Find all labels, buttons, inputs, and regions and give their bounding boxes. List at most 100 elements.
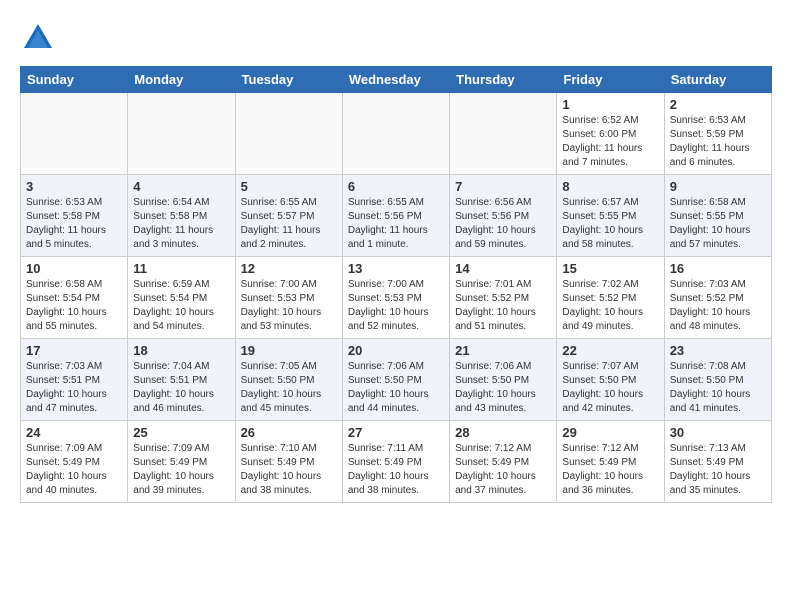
- calendar-week-row: 24 Sunrise: 7:09 AM Sunset: 5:49 PM Dayli…: [21, 421, 772, 503]
- day-info: Sunrise: 7:02 AM Sunset: 5:52 PM Dayligh…: [562, 278, 658, 334]
- day-info: Sunrise: 7:10 AM Sunset: 5:49 PM Dayligh…: [241, 442, 337, 498]
- calendar-week-row: 3Sunrise: 6:53 AM Sunset: 5:58 PM Daylig…: [21, 175, 772, 257]
- day-number: 12: [241, 261, 337, 276]
- calendar-cell: 14 Sunrise: 7:01 AM Sunset: 5:52 PM Dayli…: [450, 257, 557, 339]
- day-number: 19: [241, 343, 337, 358]
- calendar-cell: 26 Sunrise: 7:10 AM Sunset: 5:49 PM Dayli…: [235, 421, 342, 503]
- calendar-cell: 7 Sunrise: 6:56 AM Sunset: 5:56 PM Daylig…: [450, 175, 557, 257]
- day-number: 20: [348, 343, 444, 358]
- calendar-cell: 15 Sunrise: 7:02 AM Sunset: 5:52 PM Dayli…: [557, 257, 664, 339]
- day-info: Sunrise: 6:53 AM Sunset: 5:59 PM Dayligh…: [670, 114, 766, 170]
- day-info: Sunrise: 7:01 AM Sunset: 5:52 PM Dayligh…: [455, 278, 551, 334]
- day-info: Sunrise: 7:06 AM Sunset: 5:50 PM Dayligh…: [348, 360, 444, 416]
- day-info: Sunrise: 6:56 AM Sunset: 5:56 PM Dayligh…: [455, 196, 551, 252]
- logo-icon: [20, 20, 56, 56]
- day-info: Sunrise: 6:53 AM Sunset: 5:58 PM Dayligh…: [26, 196, 122, 252]
- calendar-cell: 5 Sunrise: 6:55 AM Sunset: 5:57 PM Daylig…: [235, 175, 342, 257]
- calendar-cell: [235, 93, 342, 175]
- day-number: 6: [348, 179, 444, 194]
- day-info: Sunrise: 6:55 AM Sunset: 5:57 PM Dayligh…: [241, 196, 337, 252]
- day-number: 15: [562, 261, 658, 276]
- calendar-cell: 22 Sunrise: 7:07 AM Sunset: 5:50 PM Dayli…: [557, 339, 664, 421]
- weekday-header: Sunday: [21, 67, 128, 93]
- day-info: Sunrise: 6:55 AM Sunset: 5:56 PM Dayligh…: [348, 196, 444, 252]
- calendar-week-row: 1Sunrise: 6:52 AM Sunset: 6:00 PM Daylig…: [21, 93, 772, 175]
- calendar-cell: 13 Sunrise: 7:00 AM Sunset: 5:53 PM Dayli…: [342, 257, 449, 339]
- day-info: Sunrise: 7:09 AM Sunset: 5:49 PM Dayligh…: [133, 442, 229, 498]
- calendar-cell: 6 Sunrise: 6:55 AM Sunset: 5:56 PM Daylig…: [342, 175, 449, 257]
- calendar-cell: 17 Sunrise: 7:03 AM Sunset: 5:51 PM Dayli…: [21, 339, 128, 421]
- calendar: SundayMondayTuesdayWednesdayThursdayFrid…: [20, 66, 772, 503]
- calendar-cell: 27 Sunrise: 7:11 AM Sunset: 5:49 PM Dayli…: [342, 421, 449, 503]
- calendar-cell: 19 Sunrise: 7:05 AM Sunset: 5:50 PM Dayli…: [235, 339, 342, 421]
- day-info: Sunrise: 7:08 AM Sunset: 5:50 PM Dayligh…: [670, 360, 766, 416]
- day-number: 9: [670, 179, 766, 194]
- day-number: 16: [670, 261, 766, 276]
- day-number: 23: [670, 343, 766, 358]
- day-number: 30: [670, 425, 766, 440]
- calendar-cell: 18 Sunrise: 7:04 AM Sunset: 5:51 PM Dayli…: [128, 339, 235, 421]
- day-number: 22: [562, 343, 658, 358]
- weekday-header: Thursday: [450, 67, 557, 93]
- day-number: 4: [133, 179, 229, 194]
- day-info: Sunrise: 6:58 AM Sunset: 5:55 PM Dayligh…: [670, 196, 766, 252]
- day-number: 28: [455, 425, 551, 440]
- day-number: 18: [133, 343, 229, 358]
- calendar-cell: [342, 93, 449, 175]
- day-number: 24: [26, 425, 122, 440]
- day-number: 25: [133, 425, 229, 440]
- day-number: 26: [241, 425, 337, 440]
- day-info: Sunrise: 7:12 AM Sunset: 5:49 PM Dayligh…: [455, 442, 551, 498]
- day-info: Sunrise: 6:58 AM Sunset: 5:54 PM Dayligh…: [26, 278, 122, 334]
- day-number: 27: [348, 425, 444, 440]
- day-number: 10: [26, 261, 122, 276]
- calendar-cell: [21, 93, 128, 175]
- calendar-cell: 9 Sunrise: 6:58 AM Sunset: 5:55 PM Daylig…: [664, 175, 771, 257]
- calendar-cell: 12 Sunrise: 7:00 AM Sunset: 5:53 PM Dayli…: [235, 257, 342, 339]
- day-number: 5: [241, 179, 337, 194]
- calendar-cell: 20 Sunrise: 7:06 AM Sunset: 5:50 PM Dayli…: [342, 339, 449, 421]
- day-info: Sunrise: 7:13 AM Sunset: 5:49 PM Dayligh…: [670, 442, 766, 498]
- weekday-header: Tuesday: [235, 67, 342, 93]
- day-number: 7: [455, 179, 551, 194]
- calendar-week-row: 10 Sunrise: 6:58 AM Sunset: 5:54 PM Dayli…: [21, 257, 772, 339]
- calendar-cell: 23 Sunrise: 7:08 AM Sunset: 5:50 PM Dayli…: [664, 339, 771, 421]
- day-info: Sunrise: 7:12 AM Sunset: 5:49 PM Dayligh…: [562, 442, 658, 498]
- calendar-cell: 2Sunrise: 6:53 AM Sunset: 5:59 PM Daylig…: [664, 93, 771, 175]
- calendar-cell: 3Sunrise: 6:53 AM Sunset: 5:58 PM Daylig…: [21, 175, 128, 257]
- logo: [20, 20, 62, 56]
- calendar-cell: [450, 93, 557, 175]
- day-number: 17: [26, 343, 122, 358]
- day-info: Sunrise: 7:05 AM Sunset: 5:50 PM Dayligh…: [241, 360, 337, 416]
- day-info: Sunrise: 7:00 AM Sunset: 5:53 PM Dayligh…: [348, 278, 444, 334]
- day-info: Sunrise: 7:07 AM Sunset: 5:50 PM Dayligh…: [562, 360, 658, 416]
- calendar-cell: 11Sunrise: 6:59 AM Sunset: 5:54 PM Dayli…: [128, 257, 235, 339]
- calendar-cell: 21 Sunrise: 7:06 AM Sunset: 5:50 PM Dayli…: [450, 339, 557, 421]
- day-info: Sunrise: 7:00 AM Sunset: 5:53 PM Dayligh…: [241, 278, 337, 334]
- calendar-cell: 30 Sunrise: 7:13 AM Sunset: 5:49 PM Dayli…: [664, 421, 771, 503]
- calendar-cell: 25 Sunrise: 7:09 AM Sunset: 5:49 PM Dayli…: [128, 421, 235, 503]
- calendar-cell: 8Sunrise: 6:57 AM Sunset: 5:55 PM Daylig…: [557, 175, 664, 257]
- calendar-cell: 4Sunrise: 6:54 AM Sunset: 5:58 PM Daylig…: [128, 175, 235, 257]
- weekday-header: Friday: [557, 67, 664, 93]
- weekday-header: Saturday: [664, 67, 771, 93]
- day-number: 13: [348, 261, 444, 276]
- day-info: Sunrise: 6:59 AM Sunset: 5:54 PM Dayligh…: [133, 278, 229, 334]
- weekday-header: Monday: [128, 67, 235, 93]
- calendar-cell: 10 Sunrise: 6:58 AM Sunset: 5:54 PM Dayli…: [21, 257, 128, 339]
- day-number: 8: [562, 179, 658, 194]
- day-info: Sunrise: 7:11 AM Sunset: 5:49 PM Dayligh…: [348, 442, 444, 498]
- calendar-cell: 16 Sunrise: 7:03 AM Sunset: 5:52 PM Dayli…: [664, 257, 771, 339]
- day-info: Sunrise: 7:03 AM Sunset: 5:52 PM Dayligh…: [670, 278, 766, 334]
- calendar-cell: 1Sunrise: 6:52 AM Sunset: 6:00 PM Daylig…: [557, 93, 664, 175]
- day-number: 29: [562, 425, 658, 440]
- day-number: 14: [455, 261, 551, 276]
- day-info: Sunrise: 7:03 AM Sunset: 5:51 PM Dayligh…: [26, 360, 122, 416]
- day-number: 1: [562, 97, 658, 112]
- day-number: 21: [455, 343, 551, 358]
- day-info: Sunrise: 7:06 AM Sunset: 5:50 PM Dayligh…: [455, 360, 551, 416]
- day-info: Sunrise: 7:04 AM Sunset: 5:51 PM Dayligh…: [133, 360, 229, 416]
- calendar-cell: 24 Sunrise: 7:09 AM Sunset: 5:49 PM Dayli…: [21, 421, 128, 503]
- day-info: Sunrise: 7:09 AM Sunset: 5:49 PM Dayligh…: [26, 442, 122, 498]
- page: SundayMondayTuesdayWednesdayThursdayFrid…: [0, 0, 792, 513]
